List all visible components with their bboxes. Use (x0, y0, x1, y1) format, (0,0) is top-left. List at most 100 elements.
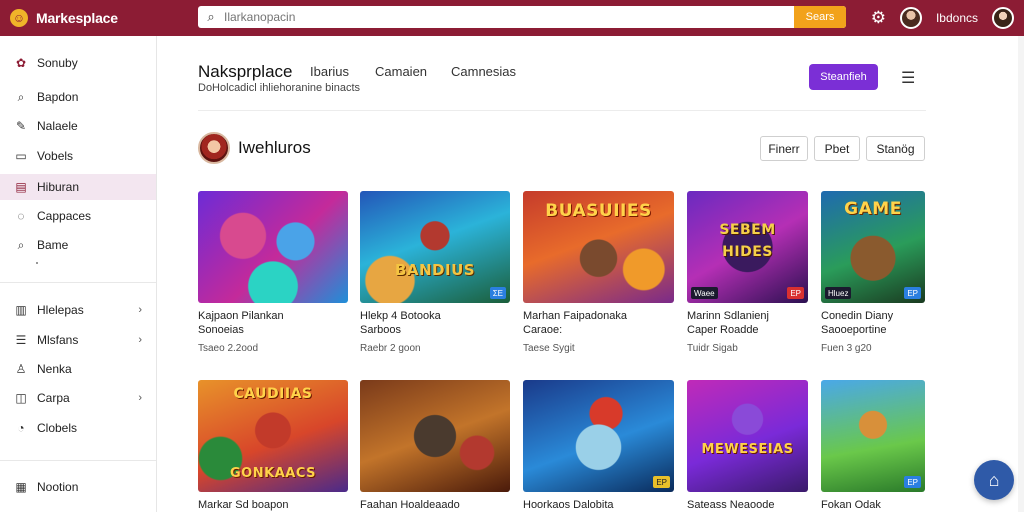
chat-icon: ◔ (17, 421, 25, 435)
section-avatar (198, 132, 230, 164)
sidebar-item-label: Nalaele (37, 119, 78, 133)
game-thumbnail[interactable]: EP (821, 380, 925, 492)
grid-icon: ▤ (15, 180, 27, 194)
calendar-icon: ▦ (15, 480, 27, 494)
game-card[interactable]: CAUDIIAS GONKAACS Markar Sd boapon (198, 380, 348, 512)
menu-icon[interactable]: ☰ (901, 68, 915, 88)
game-card[interactable]: EP Hoorkaos Dalobita (523, 380, 674, 512)
card-art-title: CAUDIIAS (233, 386, 313, 402)
tab-camnesias[interactable]: Camnesias (451, 64, 516, 79)
game-card[interactable]: GAME Hluez EP Conedin Diany Saooeportine … (821, 191, 925, 361)
sidebar-item-label: Hlelepas (37, 303, 84, 317)
folder-icon: ▭ (15, 149, 27, 163)
sidebar-item-bame[interactable]: ⌕ Bame (0, 232, 156, 258)
game-thumbnail[interactable]: BANDIUS ΣE (360, 191, 510, 303)
scrollbar[interactable] (1018, 36, 1024, 512)
game-card[interactable]: Kajpaon Pilankan Sonoeias Tsaeo 2.2ood (198, 191, 348, 361)
sidebar-item-label: Carpa (37, 391, 70, 405)
game-card[interactable]: Faahan Hoaldeaado (360, 380, 510, 512)
card-title: Markar Sd boapon (198, 499, 289, 511)
sidebar-item-vobels[interactable]: ▭ Vobels (0, 143, 156, 169)
top-bar: ☺ Markesplace ⌕ Sears ⚙ Ibdoncs (0, 0, 1024, 36)
section-title: Iwehluros (238, 138, 311, 157)
sidebar-item-clobels[interactable]: ◔ Clobels (0, 415, 156, 441)
game-thumbnail[interactable]: CAUDIIAS GONKAACS (198, 380, 348, 492)
game-card[interactable]: EP Fokan Odak (821, 380, 925, 512)
sidebar-item-label: Bapdon (37, 90, 79, 104)
platform-badge: EP (904, 476, 921, 488)
sidebar-item-label: Mlsfans (37, 333, 79, 347)
search-icon: ⌕ (17, 237, 25, 252)
user-icon: ♙ (15, 362, 27, 376)
settings-gear-icon[interactable]: ⚙ (871, 8, 886, 28)
brand[interactable]: ☺ Markesplace (10, 9, 196, 27)
card-title: Faahan Hoaldeaado (360, 499, 460, 511)
sidebar-divider (0, 282, 156, 283)
game-thumbnail[interactable]: GAME Hluez EP (821, 191, 925, 303)
chat-help-button[interactable]: ⌂ (974, 460, 1014, 500)
game-card[interactable]: MEWESEIAS Sateass Neaoode (687, 380, 808, 512)
card-title: Conedin Diany Saooeportine (821, 310, 894, 336)
card-meta: Fuen 3 g20 (821, 343, 872, 354)
game-card[interactable]: BUASUIIES Marhan Faipadonaka Caraoe: Taes… (523, 191, 674, 361)
sidebar-item-cappaces[interactable]: ◌ Cappaces (0, 203, 156, 229)
compass-icon: ◌ (17, 209, 25, 223)
layout-icon: ▥ (15, 303, 27, 317)
game-card[interactable]: BANDIUS ΣE Hlekp 4 Botooka Sarboos Raebr … (360, 191, 510, 361)
page-subtitle: DoHolcadicl ihliehoranine binacts (198, 82, 361, 94)
card-title: Hoorkaos Dalobita (523, 499, 614, 511)
sidebar-item-carpa[interactable]: ◫ Carpa › (0, 385, 156, 411)
card-art-title: SEBEM HIDES (719, 222, 776, 260)
chevron-right-icon: › (138, 392, 142, 404)
sidebar-item-bapdon[interactable]: ⌕ Bapdon (0, 84, 156, 110)
sidebar-item-label: Nenka (37, 362, 72, 376)
user-name[interactable]: Ibdoncs (936, 11, 978, 25)
sidebar-item-mlsfans[interactable]: ☰ Mlsfans › (0, 327, 156, 353)
search-icon: ⌕ (207, 9, 215, 24)
primary-action-button[interactable]: Steanfieh (809, 64, 878, 90)
sidebar-item-hlelepas[interactable]: ▥ Hlelepas › (0, 297, 156, 323)
separator-dot (36, 262, 38, 264)
sidebar-item-nootion[interactable]: ▦ Nootion (0, 474, 156, 500)
game-thumbnail[interactable]: BUASUIIES (523, 191, 674, 303)
card-art-title: BUASUIIES (545, 201, 652, 221)
sidebar-item-label: Clobels (37, 421, 78, 435)
sidebar-item-nenka[interactable]: ♙ Nenka (0, 356, 156, 382)
game-card[interactable]: SEBEM HIDES Waee EP Marinn Sdlanienj Cape… (687, 191, 808, 361)
lock-icon: ◫ (15, 391, 27, 405)
sidebar-item-label: Vobels (37, 149, 74, 163)
game-thumbnail[interactable]: MEWESEIAS (687, 380, 808, 492)
header-divider (198, 110, 926, 111)
search-input[interactable] (224, 6, 794, 28)
game-thumbnail[interactable] (360, 380, 510, 492)
avatar[interactable] (899, 7, 922, 29)
card-art-subtitle: GONKAACS (230, 466, 316, 481)
sidebar-item-hiburan[interactable]: ▤ Hiburan (0, 174, 156, 200)
filter-button[interactable]: Finerr (760, 136, 808, 161)
game-thumbnail[interactable]: SEBEM HIDES Waee EP (687, 191, 808, 303)
platform-badge: EP (653, 476, 670, 488)
card-title: Sateass Neaoode (687, 499, 775, 511)
card-title: Marhan Faipadonaka Caraoe: (523, 310, 627, 336)
card-art-title: GAME (844, 199, 902, 219)
sidebar-item-label: Hiburan (37, 180, 80, 194)
card-art-label: Hluez (825, 287, 852, 299)
profile-avatar[interactable] (992, 7, 1014, 29)
tab-camaien[interactable]: Camaien (375, 64, 427, 79)
card-art-label: Waee (691, 287, 718, 299)
chevron-right-icon: › (138, 334, 142, 346)
sidebar-item-nalaele[interactable]: ✎ Nalaele (0, 113, 156, 139)
tab-ibarius[interactable]: Ibarius (310, 64, 349, 79)
sidebar-divider (0, 460, 156, 461)
sort-button[interactable]: Pbet (814, 136, 860, 161)
sidebar-item-label: Cappaces (37, 209, 92, 223)
card-meta: Raebr 2 goon (360, 343, 421, 354)
gear-icon: ✿ (15, 56, 27, 70)
search-button[interactable]: Sears (794, 6, 846, 28)
brand-logo-icon: ☺ (10, 9, 28, 27)
game-thumbnail[interactable]: EP (523, 380, 674, 492)
sidebar-item-sonuby[interactable]: ✿ Sonuby (0, 50, 156, 76)
settings-button[interactable]: Stanög (866, 136, 925, 161)
game-thumbnail[interactable] (198, 191, 348, 303)
list-icon: ☰ (15, 333, 27, 347)
